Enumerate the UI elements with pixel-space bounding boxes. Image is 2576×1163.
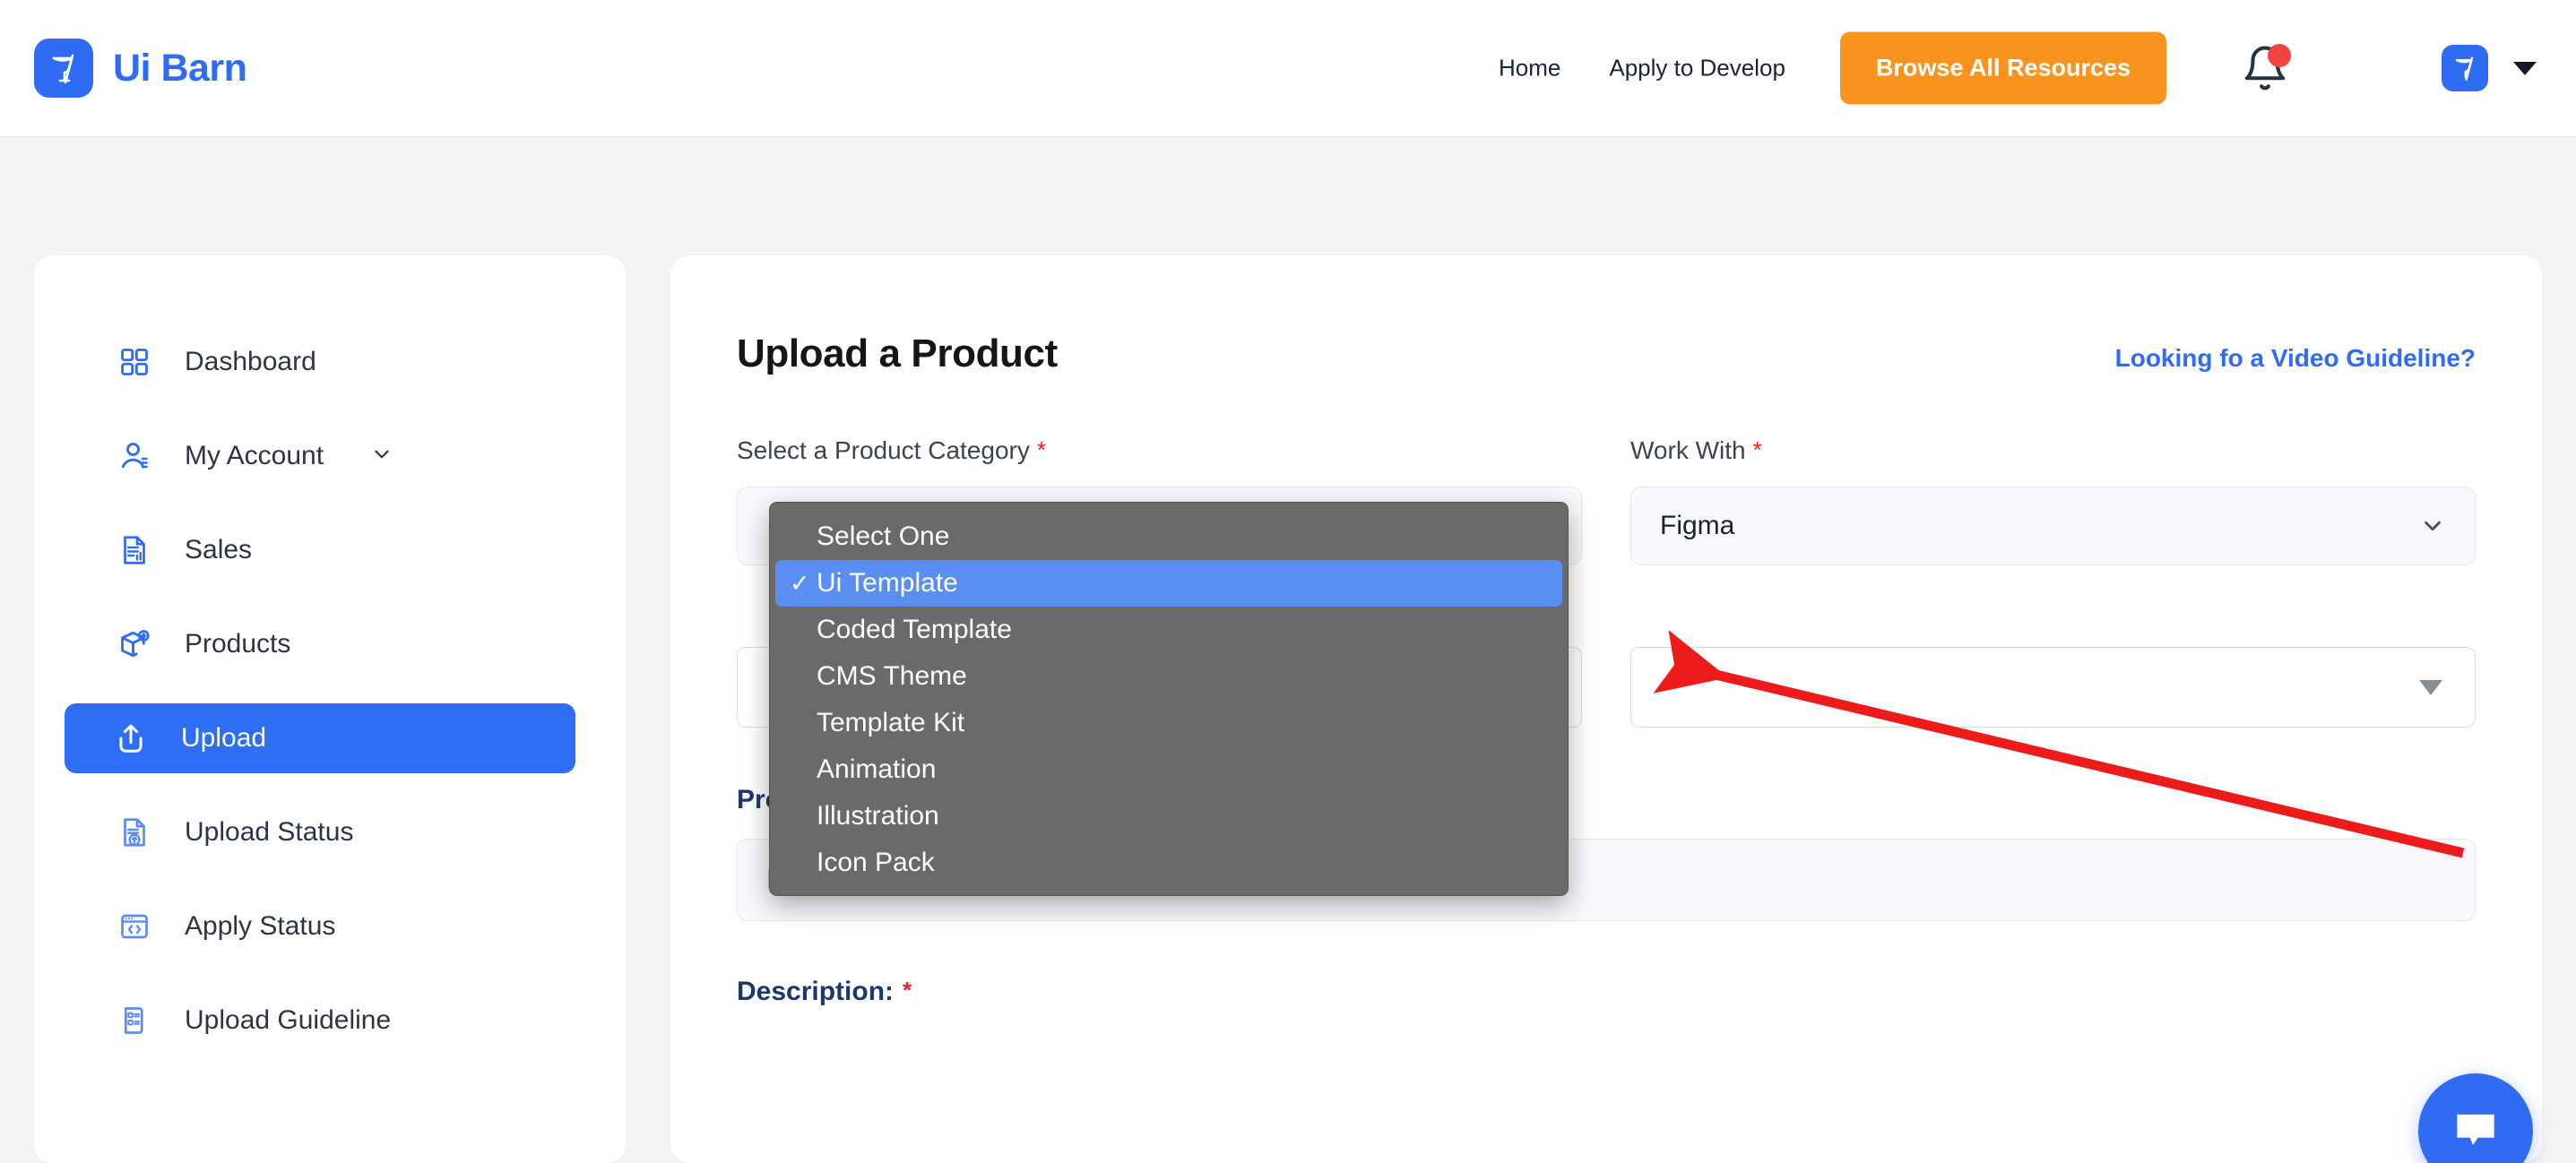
dropdown-option[interactable]: Template Kit (770, 700, 1568, 746)
sidebar-item-label: Upload (181, 723, 267, 753)
work-with-select[interactable]: Figma (1630, 487, 2476, 565)
notification-badge (2268, 44, 2291, 67)
dropdown-option-label: Illustration (817, 801, 939, 831)
required-asterisk: * (903, 977, 912, 1004)
sidebar-item-label: My Account (185, 441, 324, 470)
required-asterisk: * (1036, 436, 1046, 463)
nav-home[interactable]: Home (1474, 55, 1585, 82)
sidebar-item-upload-guideline[interactable]: Upload Guideline (84, 986, 575, 1055)
dropdown-option-label: CMS Theme (817, 661, 967, 691)
checkmark-icon: ✓ (790, 569, 810, 597)
chevron-down-icon[interactable] (370, 443, 393, 470)
sidebar-item-my-account[interactable]: My Account (84, 421, 575, 491)
dropdown-option-selected[interactable]: ✓ Ui Template (775, 560, 1562, 607)
dropdown-option-label: Icon Pack (817, 848, 935, 877)
sidebar-item-label: Products (185, 629, 291, 659)
package-box-plus-icon (117, 626, 152, 662)
goblet-logo-icon (34, 39, 93, 98)
sidebar-item-label: Dashboard (185, 347, 316, 376)
product-category-label: Select a Product Category * (737, 436, 1582, 465)
user-profile-icon (117, 438, 152, 474)
description-label: Description: * (737, 977, 2476, 1007)
checklist-scroll-icon (117, 1003, 152, 1038)
sidebar-item-upload[interactable]: Upload (65, 703, 575, 773)
card-header: Upload a Product Looking fo a Video Guid… (737, 332, 2476, 376)
user-avatar-icon[interactable] (2442, 45, 2488, 91)
grid-dashboard-icon (117, 344, 152, 380)
dropdown-option[interactable]: Icon Pack (770, 840, 1568, 886)
brand-logo[interactable]: Ui Barn (34, 39, 247, 98)
label-text: Select a Product Category (737, 436, 1030, 464)
secondary-right-field (1630, 625, 2476, 728)
sidebar-item-apply-status[interactable]: Apply Status (84, 892, 575, 961)
dropdown-option[interactable]: Animation (770, 746, 1568, 793)
dropdown-option-label: Coded Template (817, 615, 1012, 644)
top-header: Ui Barn Home Apply to Develop Browse All… (0, 0, 2576, 136)
nav-apply-to-develop[interactable]: Apply to Develop (1585, 55, 1810, 82)
dropdown-option[interactable]: Coded Template (770, 607, 1568, 653)
account-chevron-down-icon[interactable] (2513, 61, 2537, 75)
code-window-icon (117, 909, 152, 944)
sidebar-item-label: Apply Status (185, 911, 336, 941)
upload-arrow-icon (113, 720, 149, 756)
dropdown-option-label: Template Kit (817, 708, 965, 737)
chevron-down-icon (2419, 513, 2446, 539)
description-block: Description: * (737, 977, 2476, 1007)
sidebar-item-products[interactable]: Products (84, 609, 575, 679)
page-title: Upload a Product (737, 332, 1058, 375)
dropdown-option[interactable]: CMS Theme (770, 653, 1568, 700)
chat-bubble-icon (2457, 1114, 2494, 1146)
browse-all-resources-button[interactable]: Browse All Resources (1839, 31, 2167, 105)
sidebar-item-label: Upload Guideline (185, 1005, 392, 1035)
document-upload-icon (117, 814, 152, 850)
header-actions (2241, 44, 2537, 92)
triangle-down-icon (2419, 679, 2442, 695)
dropdown-option-label: Animation (817, 754, 937, 784)
sidebar: Dashboard My Account Sales Products Uplo… (34, 255, 626, 1163)
label-text: Work With (1630, 436, 1746, 464)
sales-report-icon (117, 532, 152, 568)
sidebar-item-upload-status[interactable]: Upload Status (84, 797, 575, 867)
brand-name: Ui Barn (113, 46, 247, 90)
work-with-value: Figma (1660, 511, 1735, 540)
sidebar-item-label: Upload Status (185, 817, 354, 847)
dropdown-option-label: Ui Template (817, 568, 958, 598)
dropdown-option-label: Select One (817, 521, 950, 551)
app-root: Ui Barn Home Apply to Develop Browse All… (0, 0, 2576, 1163)
main-nav: Home Apply to Develop Browse All Resourc… (1474, 31, 2167, 105)
sidebar-item-sales[interactable]: Sales (84, 515, 575, 585)
label-text: Description: (737, 977, 895, 1006)
secondary-right-select[interactable] (1630, 647, 2476, 728)
dropdown-option[interactable]: Illustration (770, 793, 1568, 840)
required-asterisk: * (1752, 436, 1762, 463)
product-category-dropdown-menu[interactable]: Select One ✓ Ui Template Coded Template … (769, 502, 1569, 896)
work-with-field: Work With * Figma (1630, 436, 2476, 565)
notification-bell-button[interactable] (2241, 44, 2291, 92)
sidebar-item-label: Sales (185, 535, 253, 564)
sidebar-item-dashboard[interactable]: Dashboard (84, 327, 575, 397)
video-guideline-link[interactable]: Looking fo a Video Guideline? (2115, 344, 2476, 373)
dropdown-option[interactable]: Select One (770, 513, 1568, 560)
work-with-label: Work With * (1630, 436, 2476, 465)
